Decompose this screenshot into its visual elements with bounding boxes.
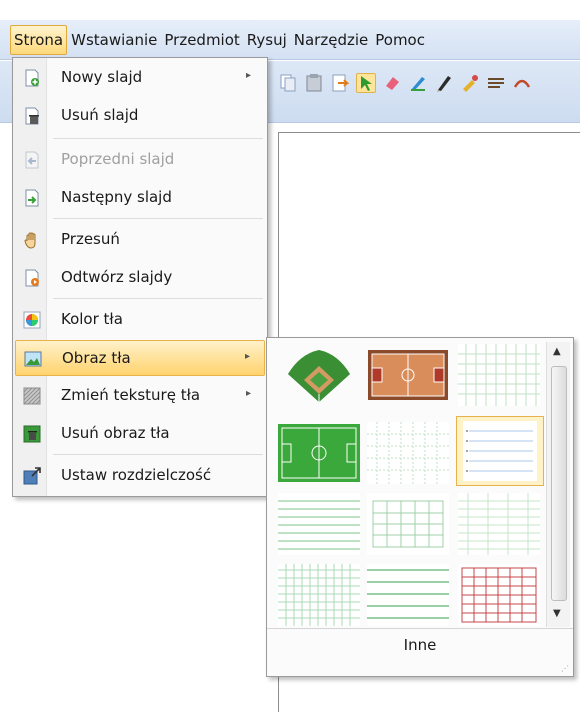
menu-item-przesun[interactable]: Przesuń	[15, 222, 265, 258]
thumb-dense-grid[interactable]	[278, 564, 360, 626]
scroll-up-icon[interactable]: ▲	[553, 346, 561, 357]
next-slide-icon	[23, 189, 41, 207]
scroll-thumb[interactable]	[551, 366, 567, 601]
paste-icon[interactable]	[304, 73, 324, 93]
play-slides-icon	[23, 269, 41, 287]
submenu-arrow-icon: ▸	[245, 70, 251, 81]
thumb-wide-lines[interactable]	[367, 564, 449, 626]
thumb-green-grid[interactable]	[458, 344, 540, 406]
remove-picture-icon	[23, 425, 41, 443]
pen-icon[interactable]	[408, 73, 428, 93]
left-margin	[0, 123, 12, 703]
more-backgrounds-button[interactable]: Inne	[267, 628, 573, 660]
eraser-icon[interactable]	[382, 73, 402, 93]
thumb-lined-paper[interactable]	[456, 416, 544, 486]
menu-rysuj[interactable]: Rysuj	[244, 25, 290, 55]
title-strip	[0, 0, 580, 20]
thumb-dashed-grid[interactable]	[367, 493, 449, 555]
menu-strona[interactable]: Strona	[10, 24, 68, 55]
copy-icon[interactable]	[278, 73, 298, 93]
new-slide-icon	[23, 69, 41, 87]
menu-separator	[53, 298, 263, 299]
strona-dropdown-menu: Nowy slajd ▸ Usuń slajd Poprzedni slajd …	[12, 57, 268, 497]
thumb-green-lines[interactable]	[278, 493, 360, 555]
menu-bar: Strona Wstawianie Przedmiot Rysuj Narzęd…	[0, 20, 580, 60]
thumb-soccer-field[interactable]	[278, 422, 360, 484]
color-wheel-icon	[23, 311, 41, 329]
import-icon[interactable]	[330, 73, 350, 93]
submenu-arrow-icon: ▸	[245, 388, 251, 399]
menu-item-zmien-teksture[interactable]: Zmień teksturę tła ▸	[15, 378, 265, 414]
menu-separator	[53, 138, 263, 139]
menu-item-nastepny-slajd[interactable]: Następny slajd	[15, 180, 265, 216]
menu-przedmiot[interactable]: Przedmiot	[161, 25, 242, 55]
shape-icon[interactable]	[512, 73, 532, 93]
menu-item-usun-slajd[interactable]: Usuń slajd	[15, 98, 265, 134]
menu-separator	[53, 454, 263, 455]
scroll-down-icon[interactable]: ▼	[553, 608, 561, 619]
marker-icon[interactable]	[434, 73, 454, 93]
thumb-red-brick-grid[interactable]	[458, 564, 540, 626]
hand-icon	[23, 231, 41, 249]
menu-item-ustaw-rozdzielczosc[interactable]: Ustaw rozdzielczość	[15, 458, 265, 494]
gallery-scrollbar[interactable]: ▲ ▼	[546, 342, 570, 627]
thumb-dotted-grid[interactable]	[367, 422, 449, 484]
background-image-gallery: ▲ ▼ Inne ⋰	[266, 337, 574, 677]
select-arrow-icon[interactable]	[356, 73, 376, 93]
menu-narzedzie[interactable]: Narzędzie	[291, 25, 371, 55]
menu-separator	[53, 218, 263, 219]
brush-icon[interactable]	[460, 73, 480, 93]
resolution-icon	[23, 467, 41, 485]
menu-item-kolor-tla[interactable]: Kolor tła	[15, 302, 265, 338]
previous-slide-icon	[23, 151, 41, 169]
thumb-baseball-field[interactable]	[278, 344, 360, 406]
delete-slide-icon	[23, 107, 41, 125]
menu-item-odtworz-slajdy[interactable]: Odtwórz slajdy	[15, 260, 265, 296]
thumb-fine-grid[interactable]	[458, 493, 540, 555]
texture-icon	[23, 387, 41, 405]
picture-icon	[24, 350, 42, 368]
menu-item-usun-obraz-tla[interactable]: Usuń obraz tła	[15, 416, 265, 452]
thumb-basketball-court[interactable]	[367, 344, 449, 406]
submenu-arrow-icon: ▸	[244, 351, 250, 362]
menu-wstawianie[interactable]: Wstawianie	[68, 25, 160, 55]
menu-item-poprzedni-slajd[interactable]: Poprzedni slajd	[15, 142, 265, 178]
menu-item-nowy-slajd[interactable]: Nowy slajd ▸	[15, 60, 265, 96]
resize-grip-icon[interactable]: ⋰	[561, 664, 569, 673]
text-lines-icon[interactable]	[486, 73, 506, 93]
menu-item-obraz-tla[interactable]: Obraz tła ▸	[15, 340, 265, 376]
menu-pomoc[interactable]: Pomoc	[372, 25, 428, 55]
